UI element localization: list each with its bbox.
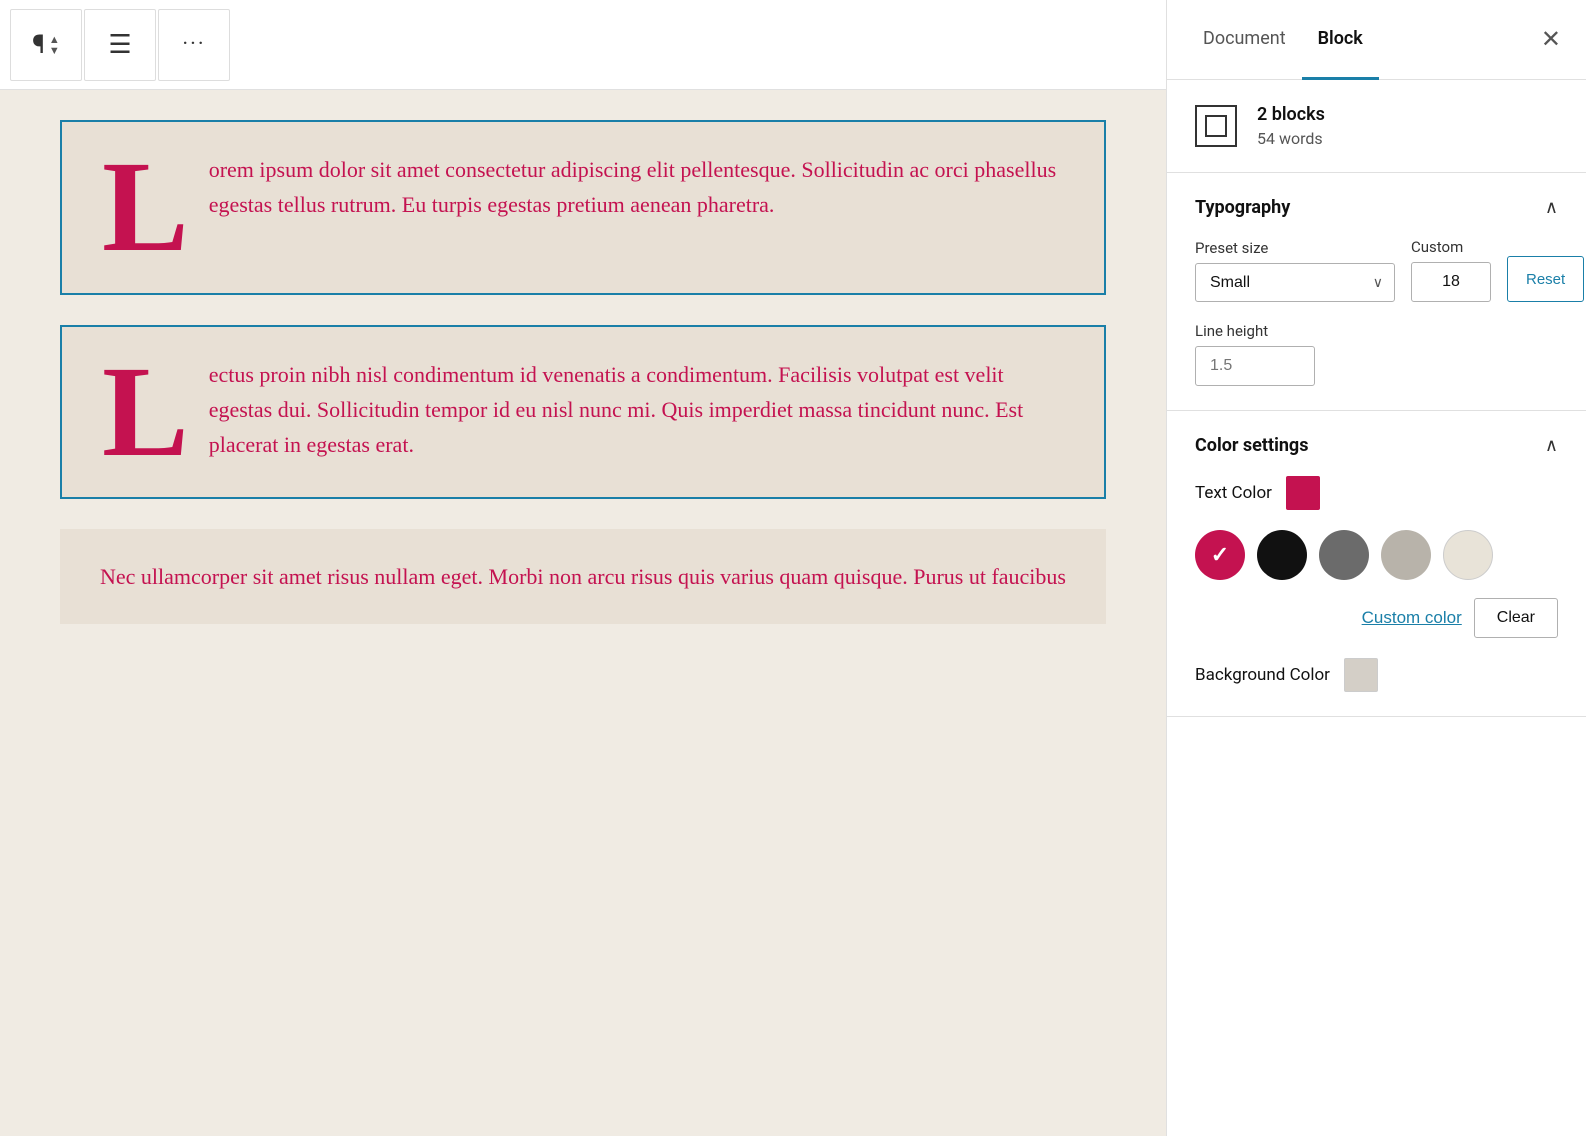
more-options-button[interactable]: ··· — [158, 9, 230, 81]
block-words: 54 words — [1257, 129, 1325, 148]
reset-button[interactable]: Reset — [1507, 256, 1584, 302]
chevron-icons: ▲ ▼ — [49, 34, 60, 56]
color-settings-header: Color settings ∧ — [1195, 435, 1558, 456]
more-icon: ··· — [182, 32, 205, 57]
line-height-label: Line height — [1195, 322, 1558, 340]
paragraph-button[interactable]: ¶ ▲ ▼ — [10, 9, 82, 81]
custom-size-label: Custom — [1411, 238, 1491, 256]
block-meta: 2 blocks 54 words — [1257, 104, 1325, 148]
align-button[interactable]: ☰ — [84, 9, 156, 81]
custom-size-group: Custom — [1411, 238, 1491, 302]
paragraph-icon: ¶ — [32, 30, 45, 60]
preset-size-select[interactable]: Small Medium Large — [1195, 263, 1395, 302]
content-area: L orem ipsum dolor sit amet consectetur … — [0, 90, 1166, 1136]
color-actions: Custom color Clear — [1195, 598, 1558, 638]
typography-toggle[interactable]: ∧ — [1545, 197, 1558, 218]
line-height-group: Line height — [1195, 322, 1558, 386]
typography-title: Typography — [1195, 197, 1290, 218]
line-height-field-group: Line height — [1195, 322, 1558, 386]
toolbar: ¶ ▲ ▼ ☰ ··· — [0, 0, 1166, 90]
clear-button[interactable]: Clear — [1474, 598, 1558, 638]
preset-size-label: Preset size — [1195, 239, 1395, 257]
bg-color-label: Background Color — [1195, 665, 1330, 685]
line-height-input[interactable] — [1195, 346, 1315, 386]
color-settings-section: Color settings ∧ Text Color ✓ Custom col… — [1167, 411, 1586, 717]
swatch-gray[interactable] — [1319, 530, 1369, 580]
block-icon-inner — [1205, 115, 1227, 137]
color-swatches: ✓ — [1195, 530, 1558, 580]
block-2[interactable]: L ectus proin nibh nisl condimentum id v… — [60, 325, 1106, 500]
color-settings-title: Color settings — [1195, 435, 1308, 456]
bg-color-swatch[interactable] — [1344, 658, 1378, 692]
sidebar: Document Block ✕ 2 blocks 54 words Typog… — [1166, 0, 1586, 1136]
text-color-swatch[interactable] — [1286, 476, 1320, 510]
typography-controls: Preset size Small Medium Large ∨ Custom … — [1195, 238, 1558, 302]
editor-area: ¶ ▲ ▼ ☰ ··· L orem ipsum dolor sit amet … — [0, 0, 1166, 1136]
custom-size-input[interactable] — [1411, 262, 1491, 302]
swatch-cream[interactable] — [1443, 530, 1493, 580]
close-icon: ✕ — [1541, 26, 1561, 53]
block-1-text: orem ipsum dolor sit amet consectetur ad… — [209, 152, 1064, 222]
align-icon: ☰ — [108, 30, 131, 60]
custom-color-button[interactable]: Custom color — [1362, 608, 1462, 628]
swatch-crimson[interactable]: ✓ — [1195, 530, 1245, 580]
preset-select-wrapper: Small Medium Large ∨ — [1195, 263, 1395, 302]
text-color-row: Text Color — [1195, 476, 1558, 510]
swatch-check-icon: ✓ — [1211, 543, 1229, 568]
swatch-light-gray[interactable] — [1381, 530, 1431, 580]
swatch-black[interactable] — [1257, 530, 1307, 580]
block-3[interactable]: Nec ullamcorper sit amet risus nullam eg… — [60, 529, 1106, 624]
block-type-icon — [1195, 105, 1237, 147]
preset-size-group: Preset size Small Medium Large ∨ — [1195, 239, 1395, 302]
block-1[interactable]: L orem ipsum dolor sit amet consectetur … — [60, 120, 1106, 295]
tab-document[interactable]: Document — [1187, 0, 1302, 80]
bg-color-row: Background Color — [1195, 658, 1558, 692]
color-settings-toggle[interactable]: ∧ — [1545, 435, 1558, 456]
text-color-label: Text Color — [1195, 483, 1272, 503]
tab-block[interactable]: Block — [1302, 0, 1379, 80]
block-3-text: Nec ullamcorper sit amet risus nullam eg… — [100, 559, 1066, 594]
typography-section: Typography ∧ Preset size Small Medium La… — [1167, 173, 1586, 411]
block-count: 2 blocks — [1257, 104, 1325, 125]
close-button[interactable]: ✕ — [1536, 23, 1566, 57]
drop-cap-letter-1: L — [102, 152, 189, 263]
block-info-section: 2 blocks 54 words — [1167, 80, 1586, 173]
block-2-text: ectus proin nibh nisl condimentum id ven… — [209, 357, 1064, 463]
typography-header: Typography ∧ — [1195, 197, 1558, 218]
sidebar-header: Document Block ✕ — [1167, 0, 1586, 80]
drop-cap-letter-2: L — [102, 357, 189, 468]
